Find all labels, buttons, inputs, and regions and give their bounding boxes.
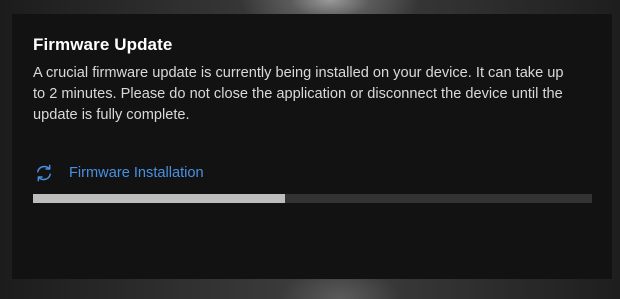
status-label: Firmware Installation bbox=[69, 165, 204, 181]
progress-bar bbox=[33, 194, 592, 203]
installation-status: Firmware Installation bbox=[33, 161, 592, 185]
dialog-description: A crucial firmware update is currently b… bbox=[33, 65, 564, 123]
firmware-update-dialog: Firmware Update A crucial firmware updat… bbox=[12, 14, 612, 279]
dialog-title: Firmware Update bbox=[33, 35, 173, 54]
sync-icon bbox=[33, 162, 55, 184]
progress-bar-fill bbox=[33, 194, 285, 203]
